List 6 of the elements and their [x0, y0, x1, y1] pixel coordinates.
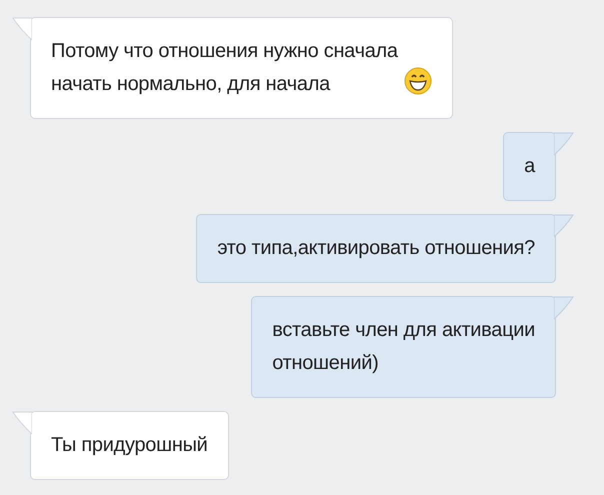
- message-text: вставьте член для активации отношений): [272, 318, 535, 376]
- message-text: Ты придурошный: [51, 433, 208, 458]
- message-text: а: [524, 154, 535, 179]
- message-text: это типа,активировать отношения?: [217, 236, 535, 261]
- grinning-face-icon: [404, 67, 432, 95]
- message-text: Потому что отношения нужно сначала начать нормально, для начала: [51, 39, 398, 97]
